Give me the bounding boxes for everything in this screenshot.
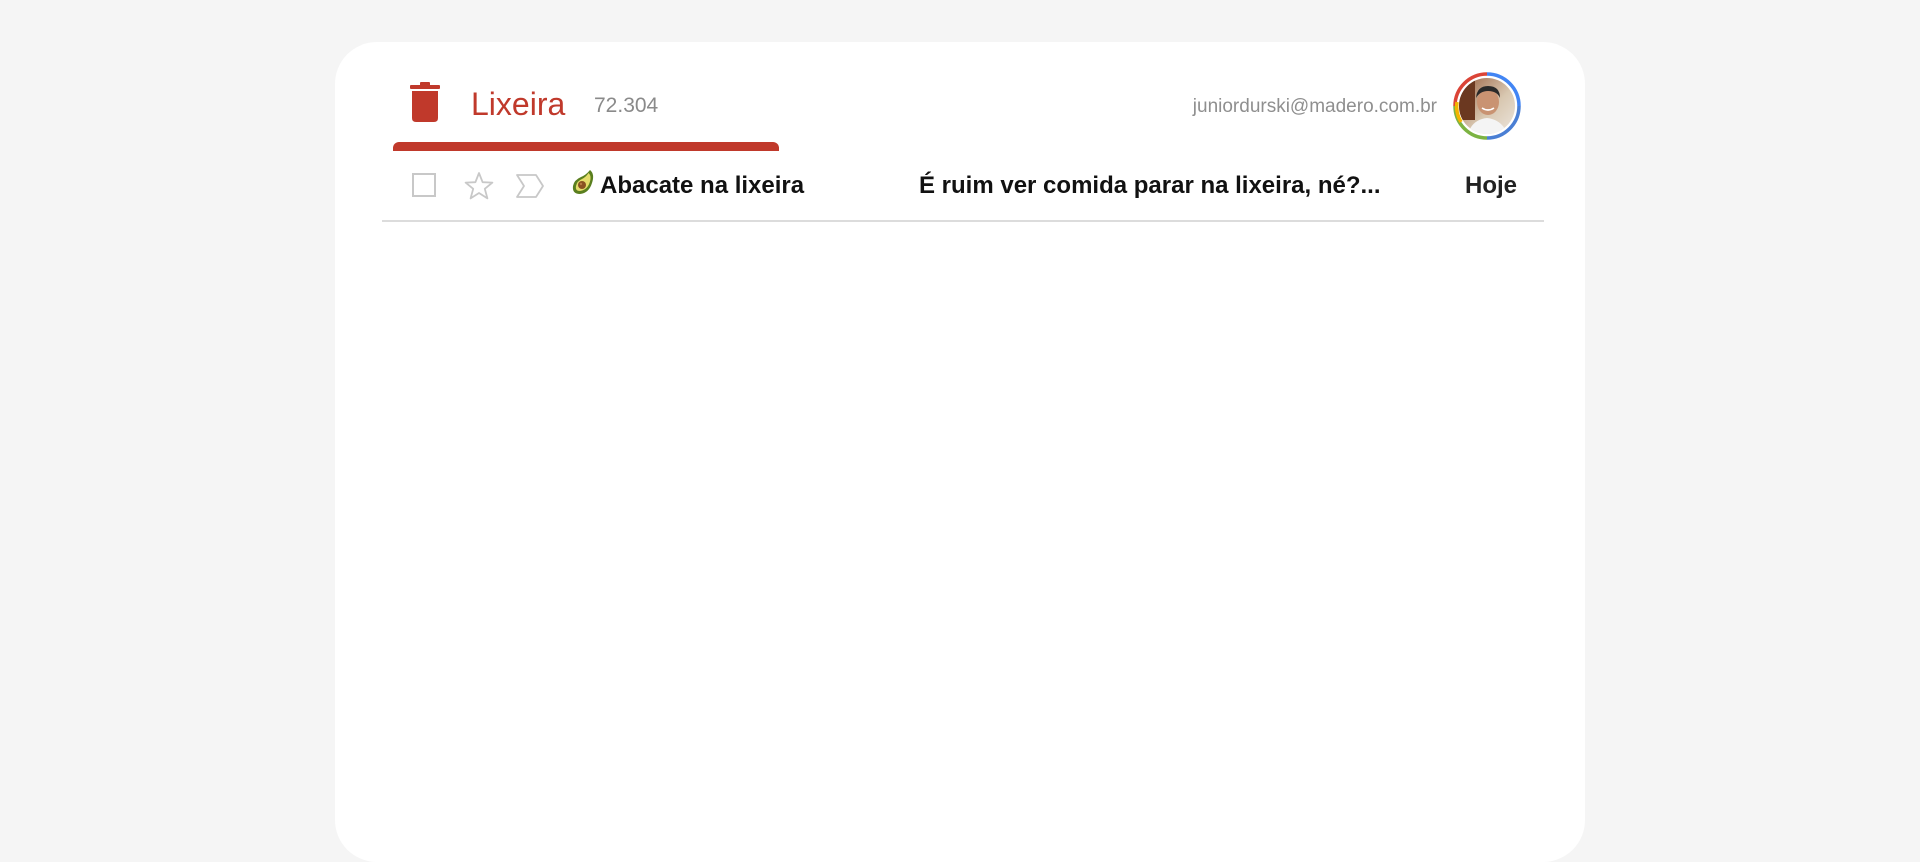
folder-message-count: 72.304 [594,94,659,117]
select-checkbox[interactable] [412,173,436,197]
folder-header: Lixeira 72.304 juniordurski@madero.com.b… [335,42,1585,152]
message-date: Hoje [1464,172,1517,199]
account-email: juniordurski@madero.com.br [1192,96,1437,117]
mail-card: Lixeira 72.304 juniordurski@madero.com.b… [335,42,1585,862]
important-marker-icon[interactable] [515,172,545,200]
message-row[interactable]: Abacate na lixeira É ruim ver comida par… [382,152,1544,222]
avatar[interactable] [1453,72,1521,140]
folder-title[interactable]: Lixeira [471,84,565,124]
message-sender: Abacate na lixeira [600,172,805,199]
message-list: Abacate na lixeira É ruim ver comida par… [382,152,1544,222]
avocado-icon [572,170,594,194]
message-subject: É ruim ver comida parar na lixeira, né?.… [919,172,1381,199]
star-icon[interactable] [463,170,495,202]
trash-icon [410,82,440,122]
active-tab-indicator [393,142,779,151]
